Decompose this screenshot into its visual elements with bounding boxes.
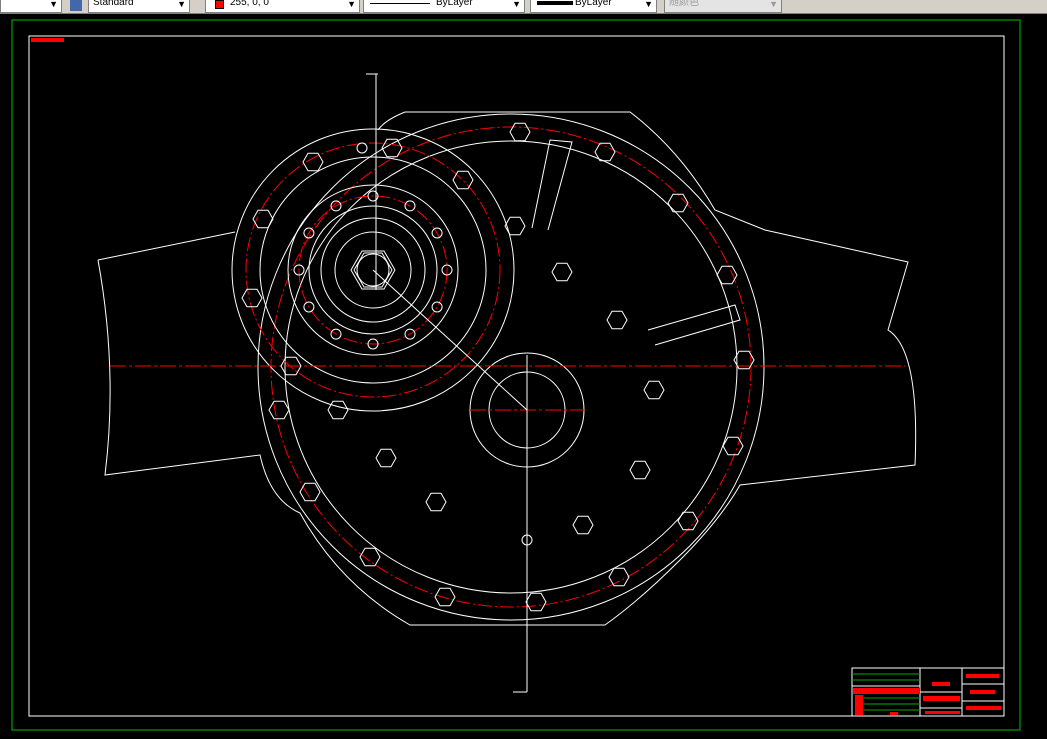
bolt-head — [241, 288, 263, 308]
bolt-head — [252, 209, 274, 229]
bolt-head — [572, 515, 594, 535]
chevron-down-icon: ▼ — [512, 0, 521, 9]
bolt-head — [359, 547, 381, 567]
bolt-head — [327, 400, 349, 420]
bolt-head — [629, 460, 651, 480]
chevron-down-icon: ▼ — [347, 0, 356, 9]
lineweight-combo[interactable]: ByLayer ▼ — [530, 0, 657, 13]
bolt-head — [375, 448, 397, 468]
bolt-head — [504, 216, 526, 236]
ribs — [531, 139, 741, 346]
properties-toolbar: ▼ Standard ▼ 255, 0, 0 ▼ ByLayer ▼ ByLayer ▼… — [0, 0, 1047, 14]
frame-label — [31, 38, 64, 42]
bolt-head — [425, 492, 447, 512]
linetype-preview — [370, 3, 430, 4]
chevron-down-icon: ▼ — [769, 0, 778, 9]
layer-combo[interactable]: ▼ — [0, 0, 62, 13]
axis-lines — [366, 73, 528, 693]
bolt-head — [302, 152, 324, 172]
housing-outline — [97, 111, 917, 626]
bolt-head — [434, 587, 456, 607]
title-block — [851, 667, 1005, 717]
lineweight-preview — [537, 1, 573, 5]
bolt-hole — [431, 301, 443, 313]
bolt-hole — [356, 142, 368, 154]
bolt-head — [299, 482, 321, 502]
chevron-down-icon: ▼ — [644, 0, 653, 9]
color-combo[interactable]: 255, 0, 0 ▼ — [205, 0, 360, 13]
bolt-head — [452, 170, 474, 190]
bolt-head — [722, 436, 744, 456]
bolt-head — [268, 400, 290, 420]
gear-housing — [257, 113, 765, 621]
drawing-canvas[interactable] — [0, 14, 1047, 739]
bolt-head — [667, 193, 689, 213]
bolt-head — [716, 265, 738, 285]
chevron-down-icon: ▼ — [177, 0, 186, 9]
drawing-frame — [28, 35, 1005, 717]
text-style-combo[interactable]: Standard ▼ — [88, 0, 190, 13]
centerlines — [110, 365, 905, 411]
bolt-head — [525, 592, 547, 612]
linetype-combo[interactable]: ByLayer ▼ — [363, 0, 525, 13]
sheet-border — [11, 19, 1021, 731]
bolt-head — [643, 380, 665, 400]
color-swatch — [215, 0, 224, 9]
chevron-down-icon: ▼ — [49, 0, 58, 9]
bolt-head — [551, 262, 573, 282]
bolt-head — [608, 567, 630, 587]
text-style-icon[interactable] — [70, 0, 82, 11]
plotstyle-combo: 随颜色 ▼ — [664, 0, 782, 13]
bolt-heads — [241, 122, 755, 612]
bolt-holes — [293, 142, 533, 546]
bolt-head — [509, 122, 531, 142]
bolt-head — [606, 310, 628, 330]
